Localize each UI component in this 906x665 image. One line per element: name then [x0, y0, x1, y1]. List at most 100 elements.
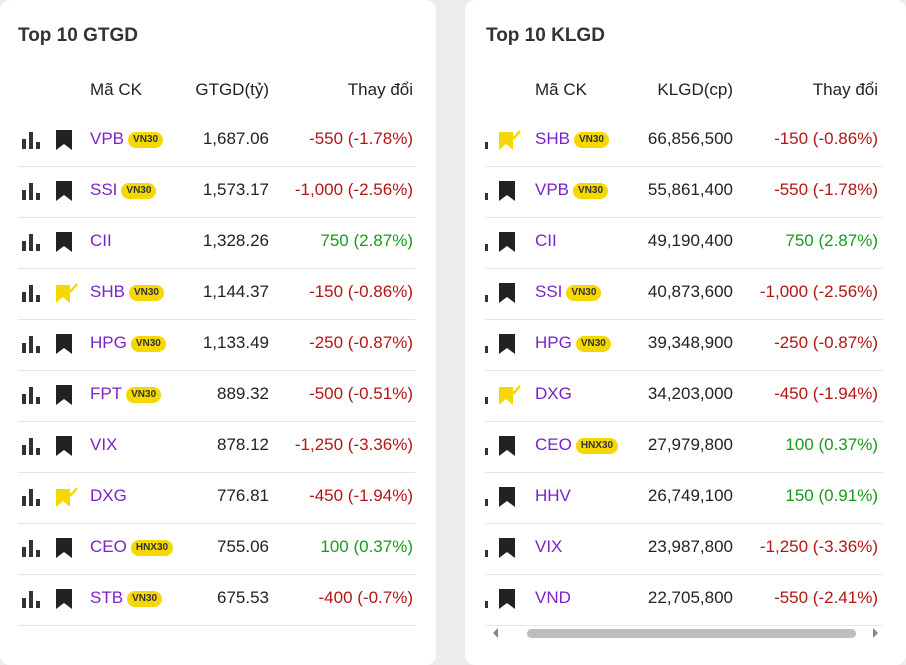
stock-symbol-link[interactable]: STB VN30: [90, 588, 163, 608]
table-row[interactable]: SHB VN30 1,144.37 -150 (-0.86%): [18, 268, 415, 320]
stock-symbol-link[interactable]: SHB VN30: [535, 129, 609, 149]
stock-symbol-link[interactable]: CEO HNX30: [90, 537, 174, 557]
bar-chart-icon[interactable]: [22, 589, 42, 613]
index-badge: VN30: [128, 285, 164, 301]
table-row[interactable]: FPT VN30 889.32 -500 (-0.51%): [18, 370, 415, 422]
stock-symbol: VPB: [90, 129, 125, 148]
stock-symbol-link[interactable]: VPB VN30: [535, 180, 609, 200]
bookmark-icon[interactable]: [55, 231, 73, 258]
table-row[interactable]: CEO HNX30 27,979,800 100 (0.37%): [485, 421, 883, 473]
bookmark-icon[interactable]: [55, 384, 73, 411]
bookmark-checked-icon[interactable]: [55, 282, 79, 309]
stock-symbol-link[interactable]: CEO HNX30: [535, 435, 619, 455]
table-row[interactable]: VND 22,705,800 -550 (-2.41%): [485, 574, 883, 626]
change-cell: -450 (-1.94%): [774, 384, 878, 403]
stock-symbol-link[interactable]: VPB VN30: [90, 129, 164, 149]
bar-chart-icon[interactable]: [22, 385, 42, 409]
bookmark-icon[interactable]: [55, 180, 73, 207]
stock-symbol-link[interactable]: SSI VN30: [535, 282, 602, 302]
index-badge: VN30: [573, 183, 609, 199]
stock-symbol-link[interactable]: FPT VN30: [90, 384, 162, 404]
stock-symbol-link[interactable]: VIX: [535, 537, 562, 557]
bar-chart-icon[interactable]: [485, 487, 488, 511]
table-row[interactable]: DXG 34,203,000 -450 (-1.94%): [485, 370, 883, 422]
bookmark-checked-icon[interactable]: [55, 486, 79, 513]
table-row[interactable]: VPB VN30 1,687.06 -550 (-1.78%): [18, 115, 415, 167]
bookmark-icon[interactable]: [55, 129, 73, 156]
bar-chart-icon[interactable]: [22, 487, 42, 511]
stock-symbol-link[interactable]: SHB VN30: [90, 282, 164, 302]
stock-symbol-link[interactable]: CII: [90, 231, 112, 251]
bar-chart-icon[interactable]: [22, 436, 42, 460]
horizontal-scrollbar[interactable]: [491, 626, 880, 640]
stock-symbol: FPT: [90, 384, 123, 403]
bookmark-icon[interactable]: [498, 588, 516, 615]
stock-symbol: VIX: [535, 537, 563, 556]
bar-chart-icon[interactable]: [485, 385, 488, 409]
table-row[interactable]: HPG VN30 39,348,900 -250 (-0.87%): [485, 319, 883, 371]
table-row[interactable]: DXG 776.81 -450 (-1.94%): [18, 472, 415, 524]
scrollbar-thumb[interactable]: [527, 629, 856, 638]
bar-chart-icon[interactable]: [22, 283, 42, 307]
bookmark-icon[interactable]: [55, 333, 73, 360]
change-cell: 100 (0.37%): [785, 435, 878, 454]
index-badge: HNX30: [130, 540, 174, 556]
bookmark-icon[interactable]: [498, 537, 516, 564]
bookmark-icon[interactable]: [498, 333, 516, 360]
stock-symbol-link[interactable]: HHV: [535, 486, 571, 506]
stock-symbol-link[interactable]: VIX: [90, 435, 117, 455]
index-badge: HNX30: [575, 438, 619, 454]
bookmark-icon[interactable]: [55, 537, 73, 564]
table-row[interactable]: CII 1,328.26 750 (2.87%): [18, 217, 415, 269]
bar-chart-icon[interactable]: [22, 538, 42, 562]
bookmark-icon[interactable]: [498, 486, 516, 513]
header-change: Thay đổi: [812, 80, 878, 99]
table-row[interactable]: SSI VN30 1,573.17 -1,000 (-2.56%): [18, 166, 415, 218]
bar-chart-icon[interactable]: [485, 538, 488, 562]
table-row[interactable]: VIX 23,987,800 -1,250 (-3.36%): [485, 523, 883, 575]
change-cell: -450 (-1.94%): [309, 486, 413, 505]
value-cell: 889.32: [217, 384, 269, 403]
bar-chart-icon[interactable]: [22, 130, 42, 154]
bar-chart-icon[interactable]: [22, 232, 42, 256]
bar-chart-icon[interactable]: [485, 130, 488, 154]
stock-symbol-link[interactable]: SSI VN30: [90, 180, 157, 200]
scroll-right-icon[interactable]: [870, 627, 880, 639]
table-row[interactable]: CEO HNX30 755.06 100 (0.37%): [18, 523, 415, 575]
table-row[interactable]: HHV 26,749,100 150 (0.91%): [485, 472, 883, 524]
bar-chart-icon[interactable]: [485, 334, 488, 358]
change-cell: -550 (-2.41%): [774, 588, 878, 607]
change-cell: -150 (-0.86%): [309, 282, 413, 301]
bookmark-checked-icon[interactable]: [498, 384, 522, 411]
stock-symbol-link[interactable]: CII: [535, 231, 557, 251]
bar-chart-icon[interactable]: [485, 589, 488, 613]
bookmark-icon[interactable]: [498, 435, 516, 462]
bar-chart-icon[interactable]: [22, 334, 42, 358]
stock-symbol-link[interactable]: VND: [535, 588, 571, 608]
value-cell: 27,979,800: [647, 435, 733, 454]
table-row[interactable]: HPG VN30 1,133.49 -250 (-0.87%): [18, 319, 415, 371]
scroll-left-icon[interactable]: [491, 627, 501, 639]
table-row[interactable]: SHB VN30 66,856,500 -150 (-0.86%): [485, 115, 883, 167]
bar-chart-icon[interactable]: [485, 283, 488, 307]
table-row[interactable]: SSI VN30 40,873,600 -1,000 (-2.56%): [485, 268, 883, 320]
bar-chart-icon[interactable]: [485, 436, 488, 460]
bookmark-icon[interactable]: [498, 231, 516, 258]
bar-chart-icon[interactable]: [485, 232, 488, 256]
bookmark-icon[interactable]: [498, 282, 516, 309]
stock-symbol-link[interactable]: HPG VN30: [90, 333, 166, 353]
value-cell: 22,705,800: [647, 588, 733, 607]
table-row[interactable]: VPB VN30 55,861,400 -550 (-1.78%): [485, 166, 883, 218]
bar-chart-icon[interactable]: [485, 181, 488, 205]
bookmark-icon[interactable]: [55, 588, 73, 615]
table-row[interactable]: VIX 878.12 -1,250 (-3.36%): [18, 421, 415, 473]
stock-symbol-link[interactable]: DXG: [535, 384, 572, 404]
bookmark-icon[interactable]: [498, 180, 516, 207]
bookmark-icon[interactable]: [55, 435, 73, 462]
stock-symbol-link[interactable]: DXG: [90, 486, 127, 506]
table-row[interactable]: STB VN30 675.53 -400 (-0.7%): [18, 574, 415, 626]
bar-chart-icon[interactable]: [22, 181, 42, 205]
stock-symbol-link[interactable]: HPG VN30: [535, 333, 611, 353]
bookmark-checked-icon[interactable]: [498, 129, 522, 156]
table-row[interactable]: CII 49,190,400 750 (2.87%): [485, 217, 883, 269]
